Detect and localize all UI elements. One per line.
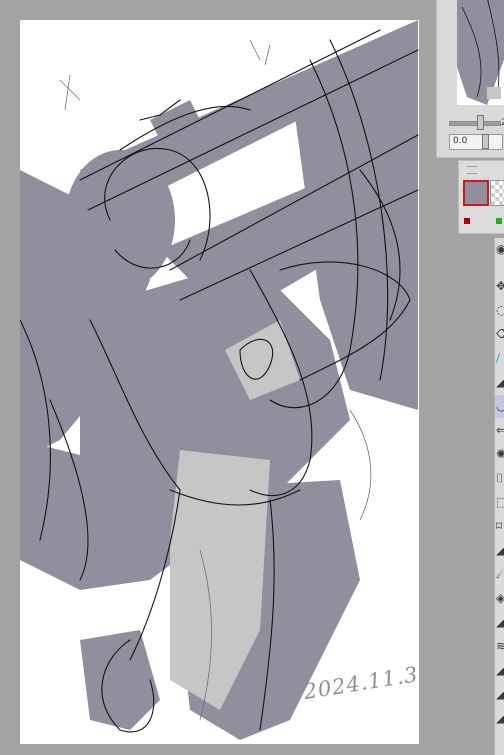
navigator-icon: ◉ [496,242,504,256]
brush-b-icon: ◢ [496,615,504,629]
angle-slider[interactable]: 0.0 [449,134,503,150]
tool-smudge-button[interactable]: ☄ [495,563,504,586]
tool-pen-button[interactable]: ∕ [495,347,504,370]
select-poly-icon: ⌑ [496,519,503,533]
brush-e-icon: ◢ [496,711,504,725]
panel-grip-icon[interactable] [467,166,477,174]
brush-icon: ◢ [496,375,504,389]
eyedropper-icon: ⇐ [496,423,504,437]
tool-brush-c-button[interactable]: ◢ [495,659,504,682]
blur-icon: ◡ [496,399,504,413]
tool-strip: ◉ ✥ ◌ ⌫ ∕ ◢ ◡ ⇐ ✺ ⌷ ⬚ ⌑ ◢ ☄ ◈ ◢ ≋ ◢ ◢ ◢ [494,238,504,755]
tool-fill-button[interactable]: ◈ [495,587,504,610]
transparent-color-swatch[interactable] [490,180,504,206]
brush-c-icon: ◢ [496,663,504,677]
tool-move-button[interactable]: ✥ [495,275,504,298]
tool-brush-button[interactable]: ◢ [495,371,504,394]
zoom-slider[interactable] [449,121,501,126]
tool-navigator-button[interactable]: ◉ [495,238,504,261]
tool-select-lasso-button[interactable]: ⬚ [495,491,504,514]
tool-layer-button[interactable]: ≋ [495,635,504,658]
tool-select-rect-button[interactable]: ⌷ [495,467,504,490]
tool-spray-button[interactable]: ✺ [495,443,504,466]
tool-eraser-button[interactable]: ⌫ [495,323,504,346]
tool-blur-button[interactable]: ◡ [495,395,504,418]
canvas-viewport[interactable]: 2024.11.30 [0,0,432,755]
thumbnail-preview [457,0,504,105]
navigator-thumbnail[interactable] [457,0,504,105]
tool-lasso-button[interactable]: ◌ [495,299,504,322]
move-icon: ✥ [496,279,504,293]
tool-brush-d-button[interactable]: ◢ [495,683,504,706]
tool-eyedropper-button[interactable]: ⇐ [495,419,504,442]
green-mini-swatch[interactable] [496,218,502,224]
select-rect-icon: ⌷ [496,471,504,485]
eraser-icon: ⌫ [496,326,504,342]
brush-d-icon: ◢ [496,687,504,701]
navigator-panel: 2 0.0 [436,0,504,158]
sketch-artwork [20,20,419,740]
smudge-icon: ☄ [496,567,504,581]
tool-select-poly-button[interactable]: ⌑ [495,515,504,538]
angle-value: 0.0 [453,136,468,146]
zoom-slider-knob[interactable] [477,115,484,130]
brush-a-icon: ◢ [496,543,504,557]
select-lasso-icon: ⬚ [496,495,504,509]
pen-icon: ∕ [496,351,501,365]
layer-icon: ≋ [496,639,504,653]
angle-slider-knob[interactable] [482,134,489,149]
fill-icon: ◈ [496,591,504,605]
lasso-icon: ◌ [496,303,504,317]
drawing-canvas[interactable]: 2024.11.30 [20,20,419,744]
tool-brush-e-button[interactable]: ◢ [495,707,504,730]
red-mini-swatch[interactable] [464,218,470,224]
color-panel [458,160,504,234]
tool-brush-a-button[interactable]: ◢ [495,539,504,562]
spray-icon: ✺ [496,447,504,461]
tool-brush-b-button[interactable]: ◢ [495,611,504,634]
main-color-swatch[interactable] [463,180,489,206]
